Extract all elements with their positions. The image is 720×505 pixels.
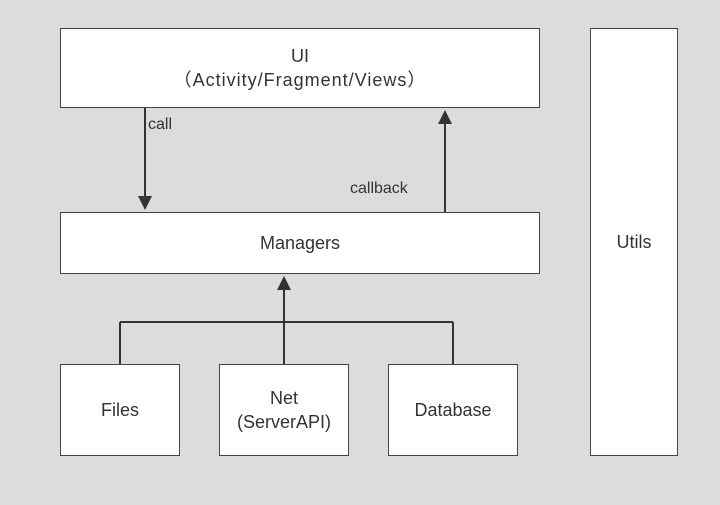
callback-label: callback bbox=[350, 180, 408, 198]
ui-subtitle: （Activity/Fragment/Views） bbox=[174, 68, 427, 92]
files-box: Files bbox=[60, 364, 180, 456]
ui-box: UI （Activity/Fragment/Views） bbox=[60, 28, 540, 108]
utils-box: Utils bbox=[590, 28, 678, 456]
utils-title: Utils bbox=[617, 230, 652, 254]
arrow-callback-up-icon bbox=[435, 108, 455, 212]
net-subtitle: (ServerAPI) bbox=[237, 410, 331, 434]
managers-title: Managers bbox=[260, 231, 340, 255]
files-title: Files bbox=[101, 398, 139, 422]
managers-box: Managers bbox=[60, 212, 540, 274]
database-title: Database bbox=[414, 398, 491, 422]
arrow-sources-up-icon bbox=[60, 274, 540, 364]
database-box: Database bbox=[388, 364, 518, 456]
net-title: Net bbox=[270, 386, 298, 410]
net-box: Net (ServerAPI) bbox=[219, 364, 349, 456]
arrow-call-down-icon bbox=[135, 108, 155, 212]
ui-title: UI bbox=[291, 44, 309, 68]
